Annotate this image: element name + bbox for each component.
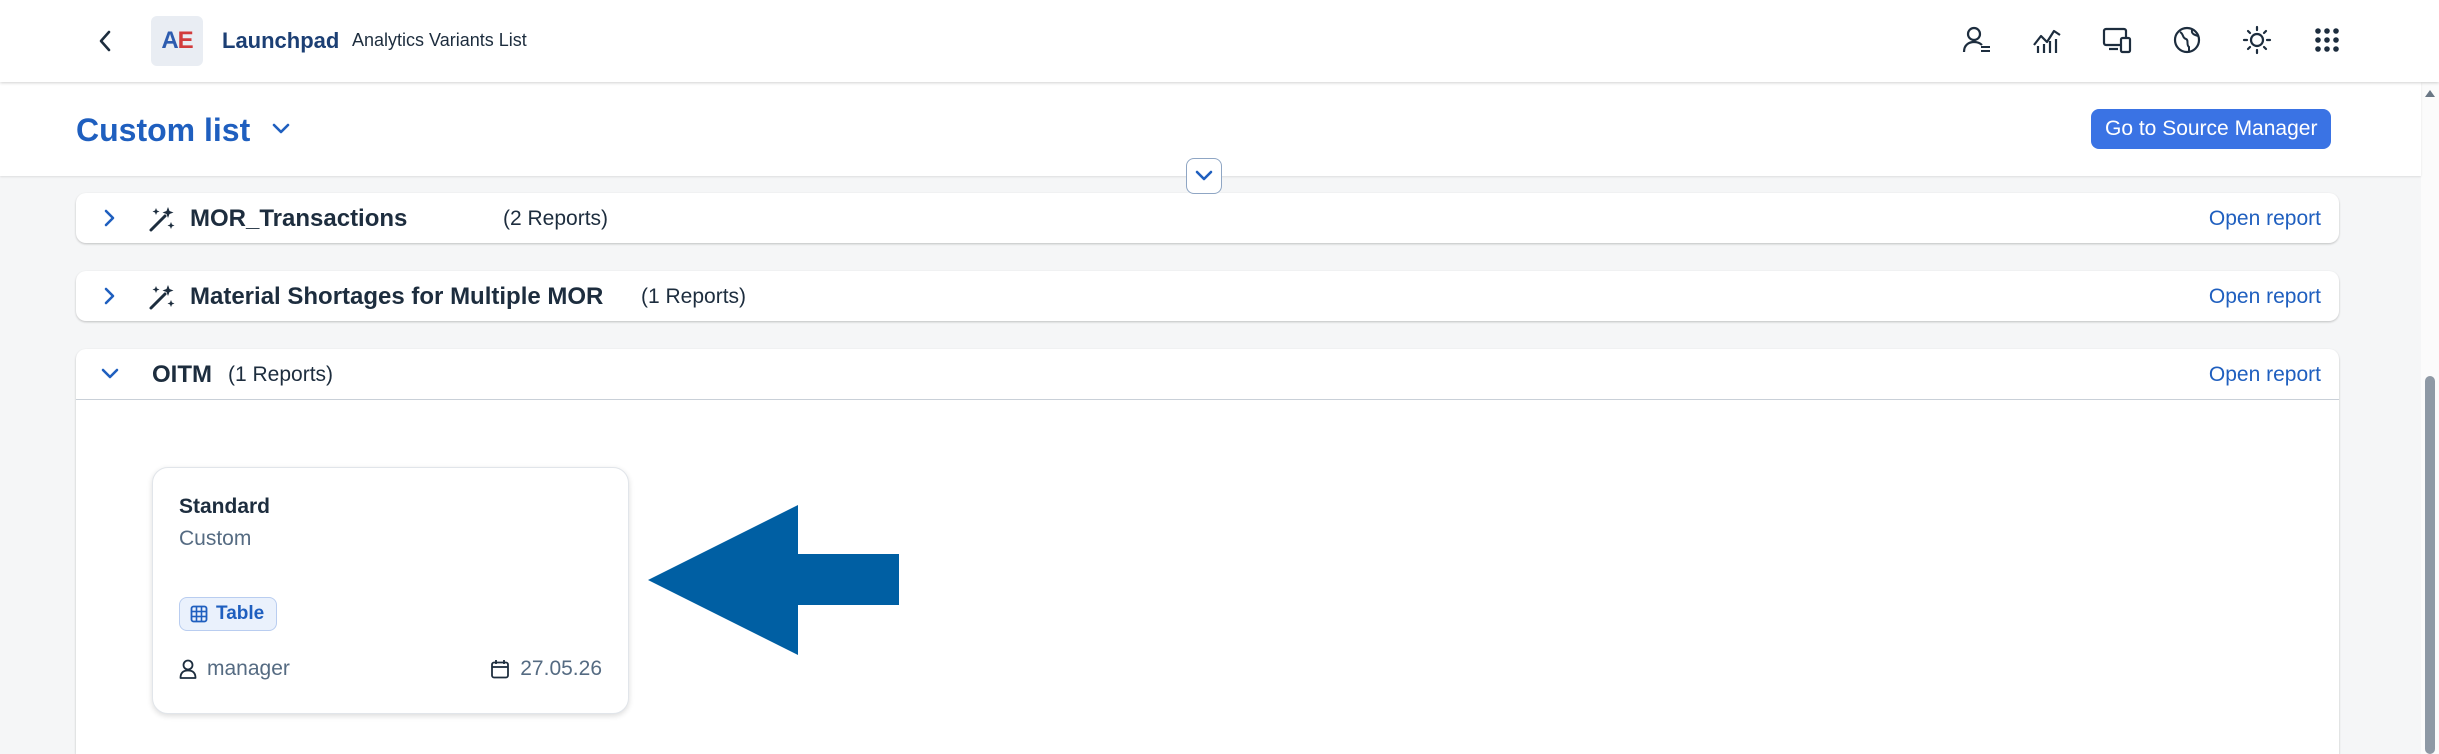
page-title[interactable]: Custom list [76, 112, 250, 149]
shell-title[interactable]: Launchpad [222, 28, 339, 54]
theme-icon[interactable] [2239, 22, 2275, 58]
collapse-toggle[interactable] [98, 362, 122, 386]
annotation-arrow-icon [648, 505, 900, 660]
shell-bar: AE Launchpad Analytics Variants List [0, 0, 2439, 82]
report-group-panel: Material Shortages for Multiple MOR (1 R… [76, 271, 2339, 321]
panel-report-count: (1 Reports) [228, 363, 334, 386]
expand-toggle[interactable] [98, 284, 122, 308]
logo-letter-e: E [177, 27, 194, 54]
variant-date: 27.05.26 [490, 657, 602, 681]
chevron-down-icon[interactable] [272, 122, 290, 140]
logo-letter-a: A [161, 27, 178, 54]
analytics-icon[interactable] [2029, 22, 2065, 58]
wand-icon [148, 283, 176, 316]
wand-icon [148, 205, 176, 238]
vertical-scrollbar[interactable] [2421, 82, 2439, 754]
shell-actions [1959, 22, 2345, 58]
variant-owner: manager [179, 657, 290, 681]
variant-type-tag: Table [179, 597, 278, 631]
chevron-down-icon [1195, 170, 1213, 181]
panel-report-count: (1 Reports) [641, 285, 747, 308]
panel-report-count: (2 Reports) [503, 207, 609, 230]
open-report-link[interactable]: Open report [2209, 207, 2321, 231]
apps-grid-icon[interactable] [2309, 22, 2345, 58]
panel-header[interactable]: OITM (1 Reports) Open report [76, 349, 2339, 400]
table-icon [190, 605, 208, 623]
report-group-panel: MOR_Transactions (2 Reports) Open report [76, 193, 2339, 243]
scroll-up-icon[interactable] [2424, 88, 2436, 98]
user-settings-icon[interactable] [1959, 22, 1995, 58]
calendar-icon [491, 660, 510, 679]
chevron-right-icon [104, 209, 115, 227]
chevron-right-icon [104, 287, 115, 305]
variant-date-value: 27.05.26 [520, 657, 602, 680]
chevron-left-icon [99, 30, 111, 52]
variant-title: Standard [179, 495, 271, 518]
back-button[interactable] [88, 24, 122, 58]
panel-title: MOR_Transactions [190, 205, 408, 232]
globe-icon[interactable] [2169, 22, 2205, 58]
variant-type-label: Table [216, 603, 265, 624]
panel-title: OITM [152, 361, 212, 388]
panel-header[interactable]: MOR_Transactions (2 Reports) Open report [76, 193, 2339, 243]
open-report-link[interactable]: Open report [2209, 363, 2321, 387]
scrollbar-thumb[interactable] [2425, 376, 2435, 754]
expand-toggle[interactable] [98, 206, 122, 230]
variant-subtitle: Custom [179, 527, 252, 550]
shell-subtitle: Analytics Variants List [352, 30, 527, 50]
chevron-down-icon [101, 368, 119, 379]
panel-title: Material Shortages for Multiple MOR [190, 283, 604, 310]
go-to-source-manager-button[interactable]: Go to Source Manager [2091, 109, 2332, 149]
app-logo[interactable]: AE [151, 16, 203, 66]
panel-header[interactable]: Material Shortages for Multiple MOR (1 R… [76, 271, 2339, 321]
collapse-header-button[interactable] [1186, 158, 1222, 194]
open-report-link[interactable]: Open report [2209, 285, 2321, 309]
variant-owner-name: manager [207, 657, 290, 680]
device-icon[interactable] [2099, 22, 2135, 58]
person-icon [179, 659, 197, 679]
variant-card[interactable]: Standard Custom Table manager 27.05.26 [152, 467, 629, 714]
